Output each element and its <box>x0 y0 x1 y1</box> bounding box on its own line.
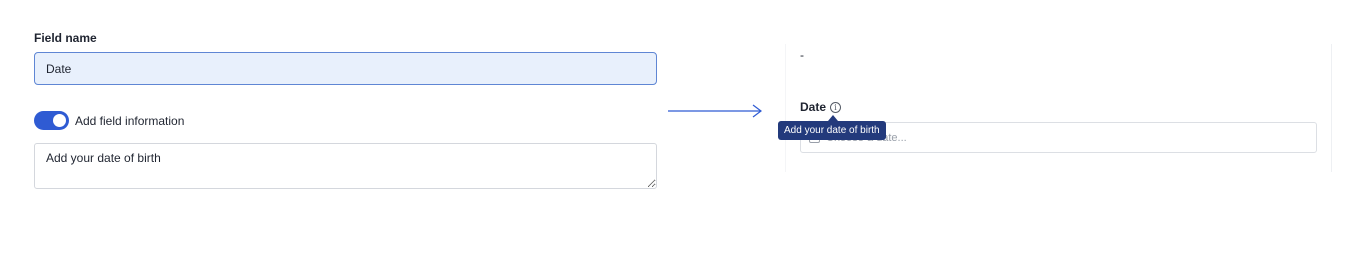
field-information-toggle-row: Add field information <box>34 111 184 130</box>
field-information-textarea[interactable]: Add your date of birth <box>34 143 657 189</box>
field-information-tooltip: Add your date of birth <box>778 121 886 140</box>
date-field-label: Date <box>800 100 827 114</box>
add-field-information-label: Add field information <box>75 113 185 128</box>
field-name-input[interactable] <box>34 52 657 85</box>
right-arrow-icon <box>668 104 762 118</box>
info-icon[interactable]: i <box>830 101 842 113</box>
date-label-row: Date i <box>800 100 842 114</box>
field-preview-panel: - Date i Choose a date... <box>785 44 1332 172</box>
preview-dash: - <box>800 48 804 62</box>
toggle-knob <box>53 114 66 127</box>
add-field-information-toggle[interactable] <box>34 111 69 130</box>
field-editor-panel: Field name Add field information Add you… <box>34 30 657 189</box>
field-name-label: Field name <box>34 31 97 45</box>
